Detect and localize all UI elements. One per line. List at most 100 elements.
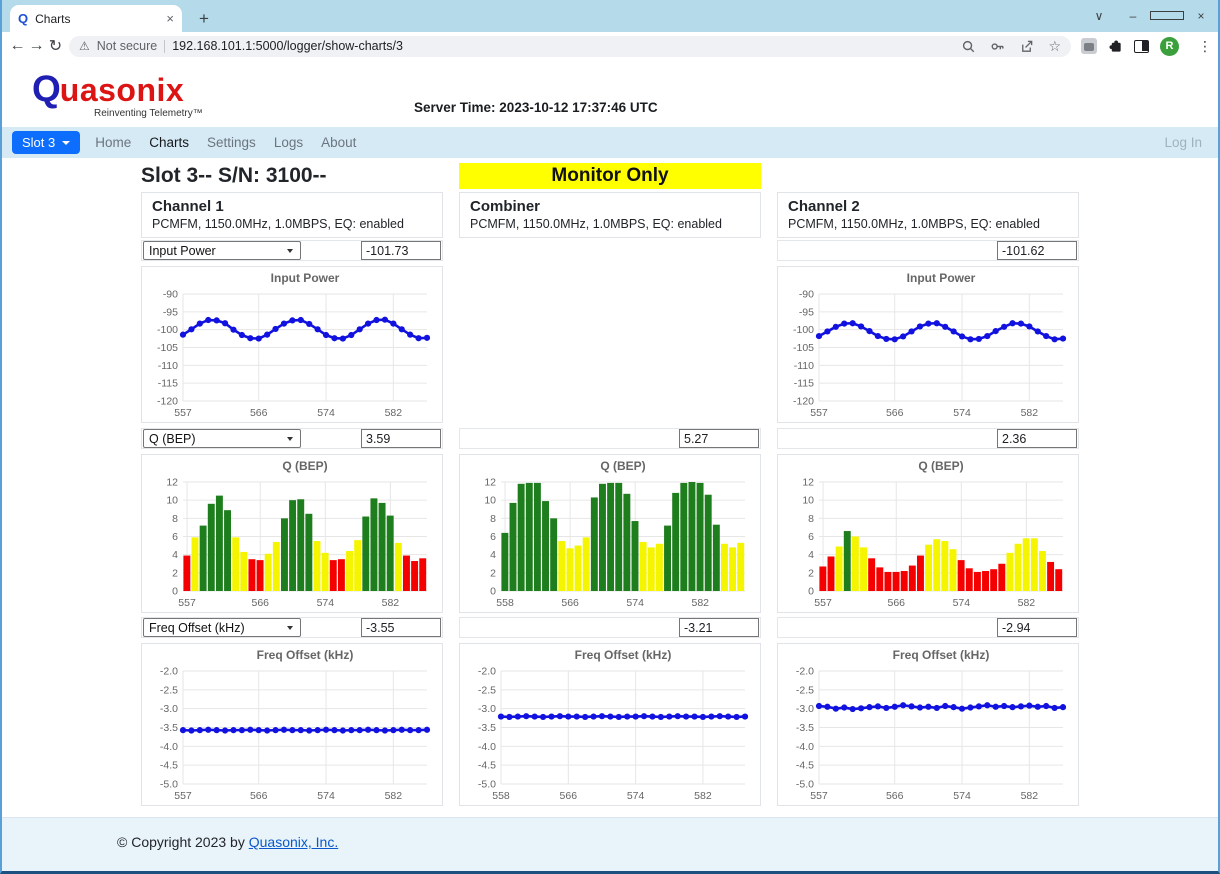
channel1-header-card: Channel 1 PCMFM, 1150.0MHz, 1.0MBPS, EQ:… [141, 192, 443, 238]
share-icon[interactable] [1019, 39, 1034, 54]
combiner-metric-row-2 [459, 617, 761, 638]
slot-button-label: Slot 3 [22, 135, 55, 150]
svg-text:6: 6 [490, 531, 496, 543]
metric-value-field[interactable] [997, 241, 1077, 260]
svg-text:4: 4 [808, 549, 814, 561]
metric-value-field[interactable] [997, 429, 1077, 448]
channel2-title: Channel 2 [778, 193, 1078, 216]
back-icon[interactable]: ← [8, 37, 27, 55]
svg-text:574: 574 [953, 407, 971, 419]
nav-item-home[interactable]: Home [86, 135, 140, 150]
metric-select-value: Freq Offset (kHz) [149, 621, 245, 635]
quasonix-link[interactable]: Quasonix, Inc. [249, 834, 339, 850]
svg-text:10: 10 [484, 495, 496, 507]
browser-window: Q Charts × + ∨ – × ← → ↻ ⚠ Not secure 19… [0, 0, 1220, 874]
svg-text:-2.0: -2.0 [478, 666, 496, 678]
combiner-title: Combiner [460, 193, 760, 216]
svg-text:-3.0: -3.0 [796, 703, 814, 715]
channel1-subtitle: PCMFM, 1150.0MHz, 1.0MBPS, EQ: enabled [142, 216, 442, 232]
svg-text:574: 574 [627, 790, 645, 802]
metric-value-field[interactable] [361, 241, 441, 260]
nav-item-charts[interactable]: Charts [140, 135, 198, 150]
extension-thumbnail-icon[interactable] [1081, 38, 1097, 54]
svg-text:-3.0: -3.0 [478, 703, 496, 715]
metric-value-field[interactable] [997, 618, 1077, 637]
svg-text:4: 4 [172, 549, 178, 561]
quasonix-logo[interactable]: Quasonix Reinventing Telemetry™ [32, 70, 203, 119]
browser-tab-bar: Q Charts × + ∨ – × [2, 0, 1218, 32]
bookmark-star-icon[interactable]: ☆ [1048, 38, 1061, 55]
svg-text:-110: -110 [794, 360, 814, 372]
svg-text:-2.5: -2.5 [796, 684, 814, 696]
svg-text:557: 557 [810, 407, 828, 419]
metric-select[interactable]: Input Power [143, 241, 301, 260]
search-icon[interactable] [961, 39, 976, 54]
menu-kebab-icon[interactable]: ⋮ [1198, 38, 1212, 55]
channel1-qbep-chart: Q (BEP)121086420557566574582 [141, 454, 443, 613]
svg-text:566: 566 [250, 790, 268, 802]
svg-text:8: 8 [490, 513, 496, 525]
chevron-down-icon [287, 626, 293, 630]
svg-text:0: 0 [172, 586, 178, 598]
svg-text:-3.5: -3.5 [160, 722, 178, 734]
browser-tab[interactable]: Q Charts × [10, 5, 182, 32]
extensions-puzzle-icon[interactable] [1108, 39, 1123, 54]
svg-text:566: 566 [250, 407, 268, 419]
window-menu-chevron-icon[interactable]: ∨ [1082, 0, 1116, 32]
profile-avatar[interactable]: R [1160, 37, 1179, 56]
svg-text:-5.0: -5.0 [796, 779, 814, 791]
nav-item-logs[interactable]: Logs [265, 135, 312, 150]
svg-text:0: 0 [808, 586, 814, 598]
password-key-icon[interactable] [990, 39, 1005, 54]
window-controls: ∨ – × [1082, 0, 1218, 32]
svg-text:Q (BEP): Q (BEP) [918, 459, 963, 473]
window-minimize-icon[interactable]: – [1116, 0, 1150, 32]
svg-text:-4.5: -4.5 [160, 760, 178, 772]
logo-tagline: Reinventing Telemetry™ [94, 109, 203, 119]
metric-select[interactable]: Q (BEP) [143, 429, 301, 448]
side-panel-icon[interactable] [1134, 40, 1149, 53]
channel1-input-power-chart: Input Power-90-95-100-105-110-115-120557… [141, 266, 443, 423]
slot-dropdown-button[interactable]: Slot 3 [12, 131, 80, 154]
forward-icon[interactable]: → [27, 37, 46, 55]
url-text: 192.168.101.1:5000/logger/show-charts/3 [172, 39, 954, 53]
nav-item-settings[interactable]: Settings [198, 135, 265, 150]
combiner-empty-slot [459, 240, 761, 428]
logo-text: uasonix [60, 72, 184, 108]
log-in-link[interactable]: Log In [1164, 135, 1202, 150]
svg-text:10: 10 [166, 495, 178, 507]
svg-text:-100: -100 [793, 324, 814, 336]
svg-text:-2.0: -2.0 [796, 666, 814, 678]
svg-text:12: 12 [166, 477, 178, 489]
svg-text:Q (BEP): Q (BEP) [282, 459, 327, 473]
new-tab-button[interactable]: + [192, 9, 216, 29]
channel1-metric-row-2: Q (BEP) [141, 428, 443, 449]
channel2-metric-row-1 [777, 240, 1079, 261]
address-bar[interactable]: ⚠ Not secure 192.168.101.1:5000/logger/s… [69, 36, 1071, 57]
metric-value-field[interactable] [361, 429, 441, 448]
combiner-metric-row-1 [459, 428, 761, 449]
window-close-icon[interactable]: × [1184, 0, 1218, 32]
channel2-input-power-chart: Input Power-90-95-100-105-110-115-120557… [777, 266, 1079, 423]
svg-text:8: 8 [172, 513, 178, 525]
svg-text:-3.0: -3.0 [160, 703, 178, 715]
metric-value-field[interactable] [679, 618, 759, 637]
svg-text:574: 574 [626, 597, 644, 609]
page-footer: © Copyright 2023 by Quasonix, Inc. [2, 817, 1218, 871]
tab-close-icon[interactable]: × [166, 11, 174, 26]
window-maximize-icon[interactable] [1150, 0, 1184, 32]
metric-select[interactable]: Freq Offset (kHz) [143, 618, 301, 637]
svg-text:-90: -90 [799, 289, 814, 301]
svg-text:566: 566 [560, 790, 578, 802]
svg-text:582: 582 [382, 597, 400, 609]
reload-icon[interactable]: ↻ [46, 36, 65, 56]
svg-text:-95: -95 [163, 306, 178, 318]
nav-item-about[interactable]: About [312, 135, 365, 150]
channel1-title: Channel 1 [142, 193, 442, 216]
svg-text:6: 6 [172, 531, 178, 543]
channel2-panel: Channel 2 PCMFM, 1150.0MHz, 1.0MBPS, EQ:… [777, 192, 1079, 811]
svg-text:Freq Offset (kHz): Freq Offset (kHz) [893, 648, 990, 662]
metric-value-field[interactable] [361, 618, 441, 637]
metric-value-field[interactable] [679, 429, 759, 448]
svg-text:574: 574 [953, 790, 971, 802]
